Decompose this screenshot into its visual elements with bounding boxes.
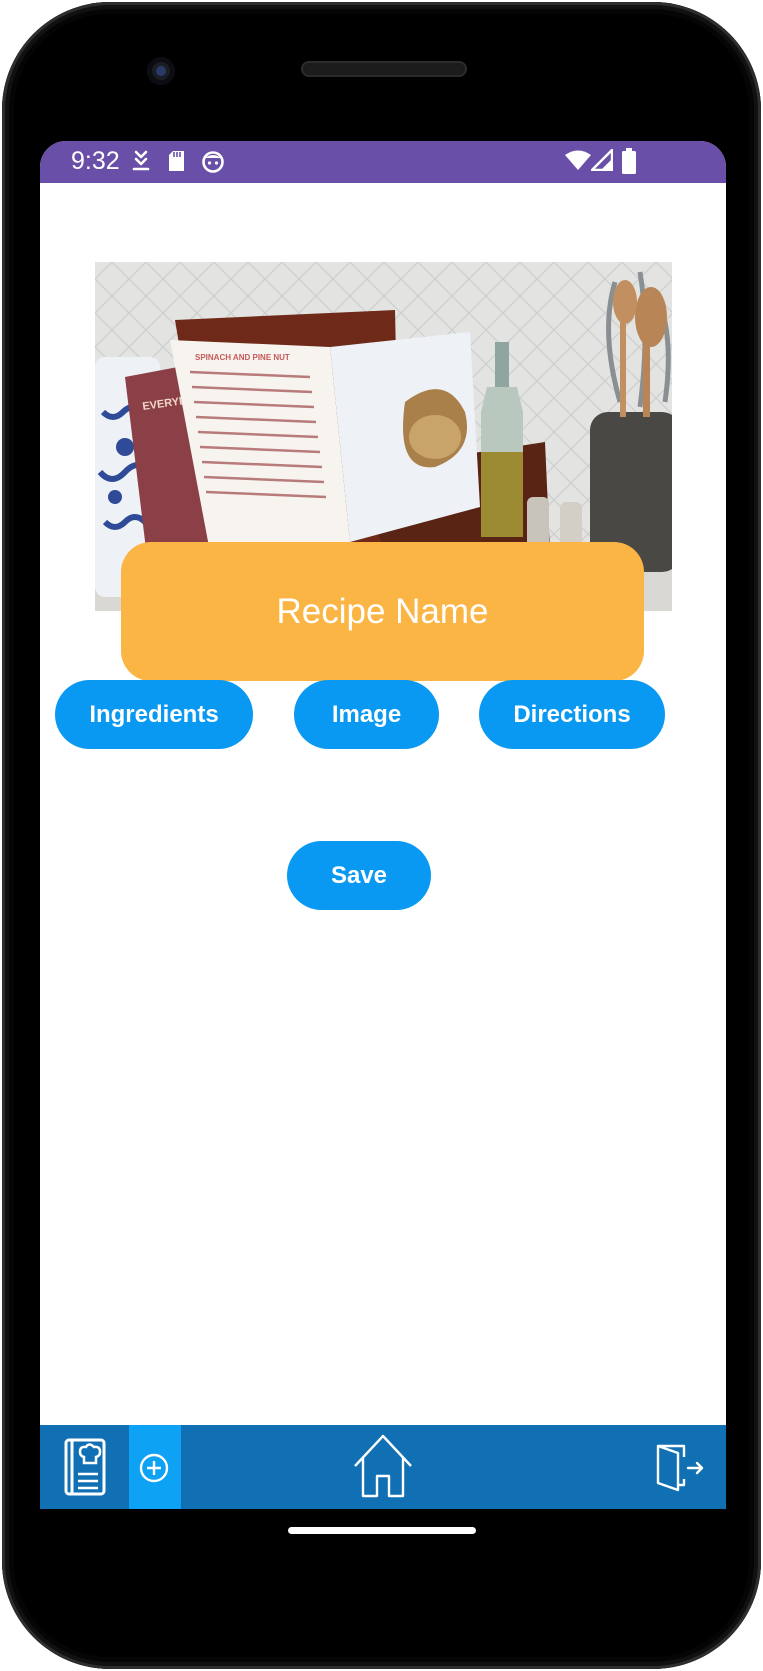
app-screen: 9:32 EVERYDAY SPINACH AND PINE NUT Recip… — [40, 141, 726, 1509]
status-bar: 9:32 — [40, 141, 726, 183]
download-icon — [132, 150, 150, 177]
signal-icon — [590, 148, 614, 176]
front-camera — [147, 57, 175, 85]
add-recipe-tab[interactable] — [129, 1425, 181, 1509]
phone-frame: 9:32 EVERYDAY SPINACH AND PINE NUT Recip… — [2, 2, 761, 1669]
status-time: 9:32 — [71, 147, 120, 175]
gesture-navigation-bar[interactable] — [288, 1527, 476, 1534]
home-icon[interactable] — [351, 1432, 415, 1505]
battery-icon — [622, 148, 636, 179]
save-button[interactable]: Save — [287, 841, 431, 910]
logout-icon[interactable] — [654, 1443, 706, 1498]
face-icon — [201, 150, 225, 179]
bottom-nav-bar — [40, 1425, 726, 1509]
wifi-icon — [565, 149, 591, 176]
image-button[interactable]: Image — [294, 680, 439, 749]
add-circle-icon — [139, 1453, 169, 1488]
directions-button[interactable]: Directions — [479, 680, 665, 749]
recipe-name-field[interactable]: Recipe Name — [121, 542, 644, 681]
earpiece-speaker — [301, 61, 467, 77]
recipe-book-icon[interactable] — [60, 1438, 106, 1501]
svg-text:SPINACH AND PINE NUT: SPINACH AND PINE NUT — [195, 353, 290, 362]
sd-card-icon — [168, 150, 185, 177]
ingredients-button[interactable]: Ingredients — [55, 680, 253, 749]
